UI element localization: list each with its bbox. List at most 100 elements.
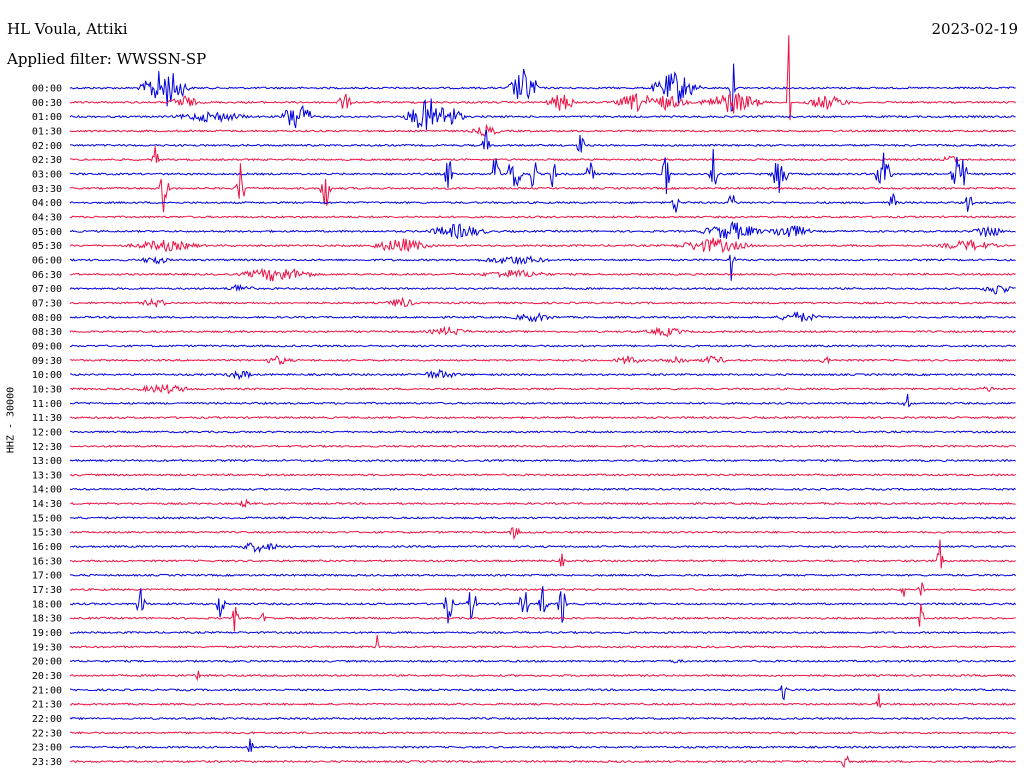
time-tick-label: 20:30: [32, 671, 62, 682]
trace-row-1530: 15:30: [32, 527, 1016, 541]
seismic-trace: [69, 603, 1016, 632]
trace-row-0600: 06:00: [32, 254, 1016, 281]
time-tick-label: 11:30: [32, 413, 62, 424]
trace-row-1030: 10:30: [32, 383, 1016, 395]
time-tick-label: 13:00: [32, 456, 62, 467]
trace-row-1130: 11:30: [32, 413, 1016, 424]
seismic-trace: [69, 516, 1016, 520]
trace-row-0830: 08:30: [32, 325, 1016, 338]
seismic-trace: [69, 63, 1016, 112]
trace-row-1200: 12:00: [32, 427, 1016, 438]
seismic-trace: [69, 487, 1016, 491]
seismic-trace: [69, 368, 1016, 381]
seismic-trace: [69, 659, 1016, 664]
trace-row-2230: 22:30: [32, 728, 1016, 739]
time-tick-label: 09:00: [32, 341, 62, 352]
time-tick-label: 20:00: [32, 657, 62, 668]
time-tick-label: 06:30: [32, 270, 62, 281]
time-tick-label: 22:30: [32, 728, 62, 739]
seismic-trace: [69, 98, 1016, 131]
trace-row-0700: 07:00: [32, 283, 1016, 295]
time-tick-label: 19:00: [32, 628, 62, 639]
time-tick-label: 10:30: [32, 384, 62, 395]
time-tick-label: 04:30: [32, 212, 62, 223]
seismic-trace: [69, 237, 1016, 254]
trace-row-1330: 13:30: [32, 470, 1016, 481]
seismic-trace: [69, 35, 1016, 121]
trace-row-1230: 12:30: [32, 442, 1016, 453]
trace-row-2100: 21:00: [32, 685, 1016, 701]
time-tick-label: 21:30: [32, 700, 62, 711]
seismic-trace: [69, 731, 1016, 735]
seismic-trace: [69, 215, 1016, 219]
time-tick-label: 07:30: [32, 298, 62, 309]
time-tick-label: 17:30: [32, 585, 62, 596]
time-tick-label: 03:00: [32, 169, 62, 180]
time-tick-label: 00:30: [32, 98, 62, 109]
time-tick-label: 18:30: [32, 614, 62, 625]
trace-row-0900: 09:00: [32, 341, 1016, 352]
seismic-trace: [69, 458, 1016, 463]
time-tick-label: 10:00: [32, 370, 62, 381]
seismic-trace: [69, 383, 1016, 395]
time-tick-label: 07:00: [32, 284, 62, 295]
seismic-trace: [69, 344, 1016, 348]
time-tick-label: 12:30: [32, 442, 62, 453]
trace-row-0130: 01:30: [32, 123, 1016, 137]
trace-row-0800: 08:00: [32, 311, 1016, 324]
time-tick-label: 22:00: [32, 714, 62, 725]
time-tick-label: 08:00: [32, 313, 62, 324]
trace-row-1600: 16:00: [32, 542, 1016, 554]
time-tick-label: 16:00: [32, 542, 62, 553]
trace-row-1430: 14:30: [32, 497, 1016, 510]
time-tick-label: 23:30: [32, 757, 62, 768]
time-tick-label: 04:00: [32, 198, 62, 209]
seismic-trace: [69, 635, 1016, 649]
time-tick-label: 21:00: [32, 685, 62, 696]
trace-row-1500: 15:00: [32, 513, 1016, 524]
trace-row-2200: 22:00: [32, 714, 1016, 725]
seismic-trace: [69, 163, 1016, 213]
seismic-trace: [69, 716, 1016, 721]
seismic-trace: [69, 497, 1016, 509]
trace-row-0400: 04:00: [32, 193, 1016, 213]
time-tick-label: 02:00: [32, 141, 62, 152]
time-tick-label: 15:30: [32, 528, 62, 539]
time-tick-label: 02:30: [32, 155, 62, 166]
seismic-trace: [69, 630, 1016, 635]
time-tick-label: 05:30: [32, 241, 62, 252]
trace-row-2030: 20:30: [32, 670, 1016, 682]
trace-row-2000: 20:00: [32, 657, 1016, 668]
trace-row-1000: 10:00: [32, 368, 1016, 381]
time-tick-label: 09:30: [32, 356, 62, 367]
trace-row-1930: 19:30: [32, 635, 1016, 653]
time-tick-label: 17:00: [32, 571, 62, 582]
time-tick-label: 00:00: [32, 84, 62, 95]
trace-row-0030: 00:30: [32, 35, 1016, 121]
seismic-trace: [69, 430, 1016, 434]
trace-row-2130: 21:30: [32, 693, 1016, 711]
trace-row-0200: 02:00: [32, 129, 1016, 153]
trace-row-0530: 05:30: [32, 237, 1016, 254]
seismic-trace: [69, 254, 1016, 281]
time-tick-label: 11:00: [32, 399, 62, 410]
seismic-trace: [69, 473, 1016, 477]
time-tick-label: 13:30: [32, 470, 62, 481]
seismic-trace: [69, 685, 1016, 701]
seismic-trace: [69, 539, 1016, 569]
seismic-trace: [69, 755, 1016, 769]
seismic-trace: [69, 542, 1016, 554]
trace-row-0930: 09:30: [32, 355, 1016, 367]
seismic-trace: [69, 325, 1016, 338]
trace-row-0500: 05:00: [32, 220, 1016, 240]
seismic-trace: [69, 220, 1016, 240]
trace-row-1100: 11:00: [32, 393, 1016, 410]
time-tick-label: 12:00: [32, 427, 62, 438]
seismic-trace: [69, 527, 1016, 541]
trace-row-0230: 02:30: [32, 146, 1016, 166]
trace-row-0330: 03:30: [32, 163, 1016, 213]
time-tick-label: 19:30: [32, 642, 62, 653]
seismic-trace: [69, 311, 1016, 323]
seismic-trace: [69, 738, 1016, 752]
helicorder-plot: 00:00 00:30 01:00 01:30 02:00 02:30 03:00 03:30…: [32, 35, 1016, 769]
